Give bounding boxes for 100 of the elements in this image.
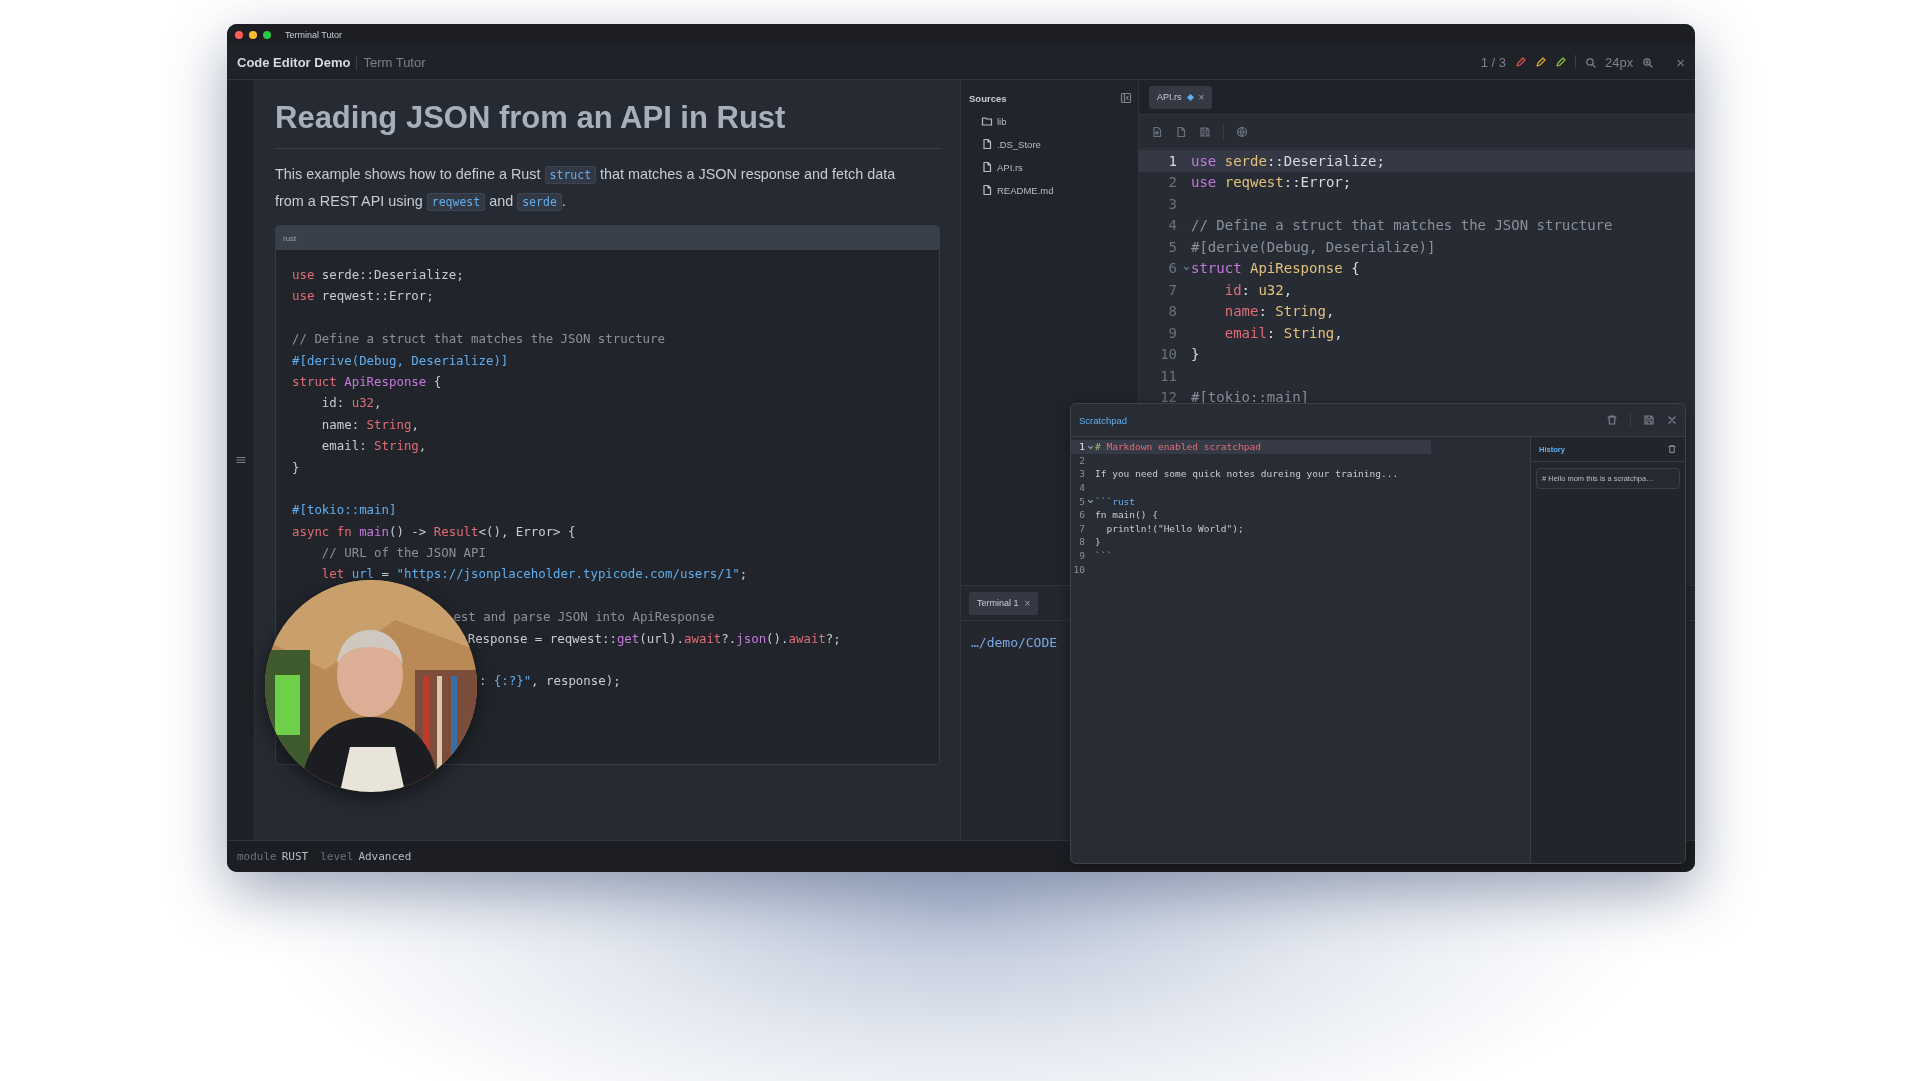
code-line: : {:?}", response); xyxy=(478,672,621,691)
code-line: use reqwest::Error; xyxy=(292,287,434,306)
line-number: 6 xyxy=(1079,509,1085,521)
code-line: use serde::Deserialize; xyxy=(1191,152,1385,169)
line-number: 1 xyxy=(1079,441,1085,453)
code-line: let url = "https://jsonplaceholder.typicode.com/users/1"; xyxy=(320,565,748,584)
line-number: 4 xyxy=(1079,482,1085,494)
line-number: 3 xyxy=(1079,468,1085,480)
close-tab-icon[interactable]: × xyxy=(1198,91,1205,103)
maximize-window-button[interactable] xyxy=(263,30,271,39)
collapse-panel-icon[interactable] xyxy=(1120,92,1132,104)
close-icon[interactable] xyxy=(1667,415,1677,425)
code-line: id: u32, xyxy=(1223,281,1293,298)
code-line: struct ApiResponse { xyxy=(292,372,442,391)
code-line: #[derive(Debug, Deserialize)] xyxy=(1191,238,1436,255)
file-tree-item[interactable]: README.md xyxy=(967,179,1054,202)
article-title: Reading JSON from an API in Rust xyxy=(275,100,940,149)
close-button[interactable]: × xyxy=(1676,53,1685,71)
file-tree-item[interactable]: .DS_Store xyxy=(967,133,1041,156)
code-line: println!("Hello World"); xyxy=(1105,522,1244,534)
panel-title: Scratchpad xyxy=(1079,414,1128,426)
line-number: 8 xyxy=(1168,303,1177,320)
minimize-window-button[interactable] xyxy=(249,30,257,39)
line-number: 5 xyxy=(1168,238,1177,255)
zoom-level: 24px xyxy=(1605,54,1634,70)
upload-file-icon[interactable] xyxy=(1151,125,1163,138)
line-number: 10 xyxy=(1160,346,1177,363)
code-line: // Define a struct that matches the JSON structure xyxy=(292,330,665,349)
status-value: Advanced xyxy=(358,850,412,863)
folder-icon xyxy=(981,115,993,127)
save-icon[interactable] xyxy=(1643,414,1655,426)
search-icon xyxy=(1585,56,1597,68)
file-icon xyxy=(981,184,993,196)
code-line: // URL of the JSON API xyxy=(320,544,486,563)
close-tab-icon[interactable]: × xyxy=(1024,597,1031,609)
line-number: 9 xyxy=(1079,550,1085,562)
trash-icon[interactable] xyxy=(1606,414,1618,426)
file-tree-item[interactable]: lib xyxy=(967,110,1007,133)
save-icon[interactable] xyxy=(1199,125,1211,138)
line-number: 1 xyxy=(1168,152,1177,169)
code-line: } xyxy=(1191,346,1200,363)
line-number: 12 xyxy=(1160,389,1177,406)
window-title: Terminal Tutor xyxy=(285,29,343,40)
file-icon xyxy=(981,138,993,150)
code-line: } xyxy=(1095,536,1101,548)
status-value: RUST xyxy=(281,850,309,863)
code-line: email: String, xyxy=(1223,324,1343,341)
code-line: } xyxy=(292,458,300,477)
line-number: 3 xyxy=(1168,195,1177,212)
code-line: // Define a struct that matches the JSON structure xyxy=(1191,217,1613,234)
code-line: ```rust xyxy=(1095,495,1136,507)
line-number: 5 xyxy=(1079,495,1085,507)
code-line: If you need some quick notes dureing your training... xyxy=(1095,468,1399,480)
fold-chevron-icon[interactable] xyxy=(1086,498,1094,505)
close-window-button[interactable] xyxy=(235,30,243,39)
zoom-in-icon[interactable] xyxy=(1642,56,1654,68)
new-file-icon[interactable] xyxy=(1175,125,1187,138)
language-label: rust xyxy=(283,233,297,243)
file-icon xyxy=(981,161,993,173)
line-number: 8 xyxy=(1079,536,1085,548)
code-line: #[tokio::main] xyxy=(292,501,397,520)
line-number: 7 xyxy=(1079,522,1085,534)
code-line: #[tokio::main] xyxy=(1191,389,1309,406)
code-line: struct ApiResponse { xyxy=(1191,260,1360,277)
pencil-icon[interactable] xyxy=(1555,56,1567,68)
line-number: 11 xyxy=(1160,367,1177,384)
line-number: 4 xyxy=(1168,217,1177,234)
terminal-tab[interactable]: Terminal 1 × xyxy=(969,591,1039,615)
line-number: 6 xyxy=(1168,260,1177,277)
trash-icon[interactable] xyxy=(1667,444,1677,454)
pencil-icon[interactable] xyxy=(1515,56,1527,68)
line-number: 2 xyxy=(1079,454,1085,466)
line-number: 2 xyxy=(1168,174,1177,191)
code-line: Response = reqwest::get(url).await?.json().await?; xyxy=(467,629,841,648)
list-icon[interactable] xyxy=(235,455,246,465)
code-line: email: String, xyxy=(320,437,427,456)
code-line: use serde::Deserialize; xyxy=(292,266,464,284)
file-tree-item[interactable]: API.rs xyxy=(967,156,1023,179)
status-label: level xyxy=(320,850,354,863)
fold-chevron-icon[interactable] xyxy=(1086,443,1094,450)
terminal-prompt: …/demo/CODE xyxy=(970,634,1059,652)
globe-icon[interactable] xyxy=(1236,125,1248,138)
line-number: 7 xyxy=(1168,281,1177,298)
sidebar-title: Sources xyxy=(968,92,1007,104)
code-line: #[derive(Debug, Deserialize)] xyxy=(292,351,509,370)
page-counter: 1 / 3 xyxy=(1480,54,1507,70)
code-line: # Markdown enabled scratchpad xyxy=(1095,441,1261,453)
fold-chevron-icon[interactable] xyxy=(1182,265,1190,272)
code-line: async fn main() -> Result<(), Error> { xyxy=(292,522,576,541)
code-line: id: u32, xyxy=(320,394,382,413)
app-subtitle: Term Tutor xyxy=(356,54,426,70)
line-number: 9 xyxy=(1168,324,1177,341)
app-title: Code Editor Demo xyxy=(237,54,351,70)
editor-tab[interactable]: API.rs × xyxy=(1149,85,1213,109)
line-number: 10 xyxy=(1073,563,1085,575)
code-line: use reqwest::Error; xyxy=(1191,174,1352,191)
paragraph: This example shows how to define a Rust struct that matches a JSON response and fetch data from a REST API using reqwest and serde . xyxy=(275,165,897,213)
status-label: module xyxy=(237,850,277,863)
pencil-icon[interactable] xyxy=(1535,56,1547,68)
code-line: fn main() { xyxy=(1095,509,1158,521)
